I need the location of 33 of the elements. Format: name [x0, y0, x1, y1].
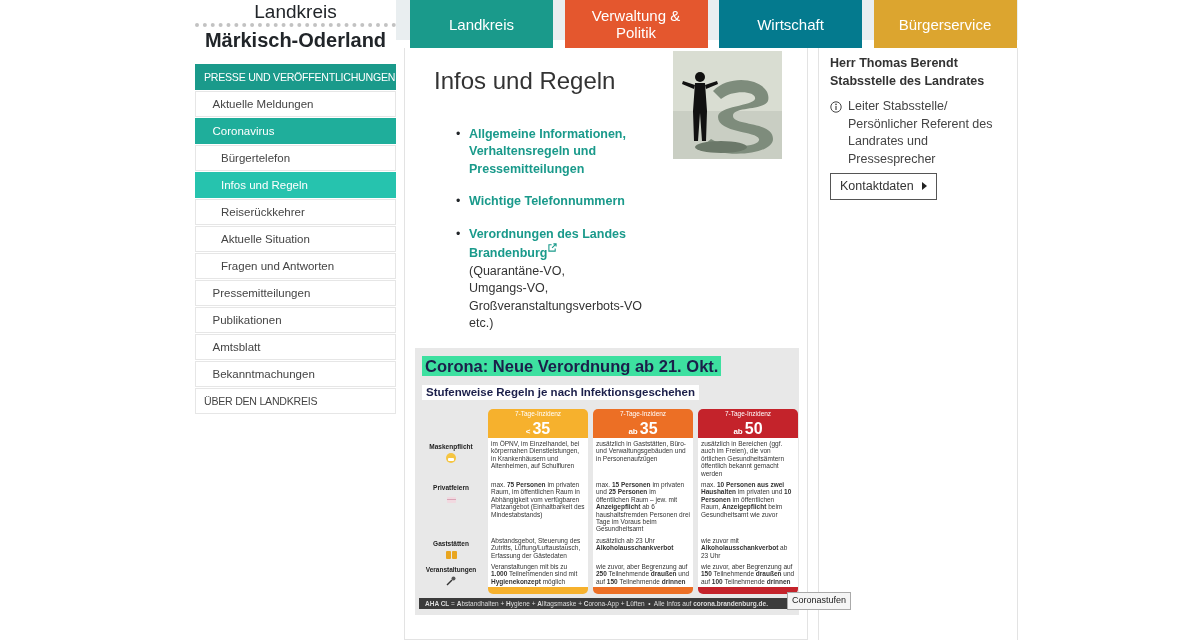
microphone-icon: [446, 575, 456, 586]
sidebar-item[interactable]: Aktuelle Meldungen: [195, 91, 396, 117]
sidebar-item[interactable]: ÜBER DEN LANDKREIS: [195, 388, 396, 414]
link[interactable]: Wichtige Telefonnummern: [469, 193, 625, 211]
contact-name: Herr Thomas Berendt: [830, 55, 959, 72]
nav-tab[interactable]: Wirtschaft: [719, 0, 862, 48]
sidebar-item[interactable]: Fragen und Antworten: [195, 253, 396, 279]
infographic-subtitle: Stufenweise Regeln je nach Infektionsgeschehen: [422, 384, 700, 400]
info-icon: [830, 101, 842, 113]
link-note: (Quarantäne-VO, Umgangs-VO, Großveranstaltungsverbots-VO etc.): [469, 262, 642, 333]
tooltip: Coronastufen: [787, 592, 852, 610]
beer-icon: [444, 549, 458, 559]
caret-icon: [920, 182, 927, 191]
contact-role: Leiter Stabsstelle/ Persönlicher Referent des Landrates und Pressesprecher: [848, 98, 994, 168]
contact-unit: Stabsstelle des Landrates: [830, 72, 986, 90]
bullet: •: [456, 193, 462, 211]
logo-text[interactable]: Märkisch-Oderland: [195, 27, 396, 53]
page-title: Infos und Regeln: [434, 67, 617, 96]
bullet: •: [456, 225, 462, 243]
sidebar-item[interactable]: Bekanntmachungen: [195, 361, 396, 387]
sidebar-item[interactable]: Pressemitteilungen: [195, 280, 396, 306]
sidebar-item[interactable]: Amtsblatt: [195, 334, 396, 360]
sidebar-item[interactable]: Reiserückkehrer: [195, 199, 396, 225]
bullet: •: [456, 125, 462, 143]
sidebar-item[interactable]: Publikationen: [195, 307, 396, 333]
sidebar-item[interactable]: Bürgertelefon: [195, 145, 396, 171]
infographic-title: Corona: Neue Verordnung ab 21. Okt.: [422, 355, 722, 376]
logo-text[interactable]: Landkreis: [195, 0, 396, 23]
nav-tab[interactable]: Verwaltung & Politik: [564, 0, 708, 48]
sidebar-item[interactable]: Aktuelle Situation: [195, 226, 396, 252]
mask-icon: [446, 452, 456, 463]
contact-button[interactable]: Kontaktdaten: [830, 173, 937, 200]
external-link-icon: [548, 243, 558, 253]
